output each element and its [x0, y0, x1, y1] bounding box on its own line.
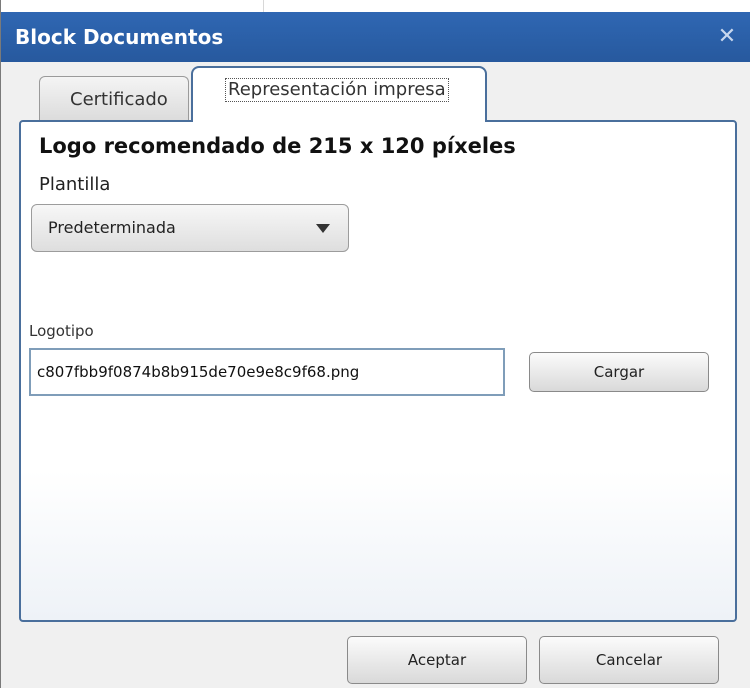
logo-file-field[interactable]: c807fbb9f0874b8b915de70e9e8c9f68.png	[29, 348, 505, 396]
accept-button[interactable]: Aceptar	[347, 636, 527, 684]
tab-certificado[interactable]: Certificado	[39, 76, 189, 120]
chevron-down-icon	[316, 224, 330, 233]
dialog-title: Block Documentos	[15, 25, 224, 49]
logo-label: Logotipo	[29, 322, 94, 340]
template-label: Plantilla	[39, 174, 111, 195]
dialog-window: Block Documentos ✕ Certificado Represent…	[0, 0, 750, 688]
tab-panel: Logo recomendado de 215 x 120 píxeles Pl…	[19, 120, 737, 622]
title-bar: Block Documentos ✕	[1, 12, 750, 62]
logo-size-heading: Logo recomendado de 215 x 120 píxeles	[39, 134, 516, 158]
template-selected-value: Predeterminada	[48, 218, 176, 237]
cancel-button[interactable]: Cancelar	[539, 636, 719, 684]
close-icon[interactable]: ✕	[707, 12, 747, 62]
tab-label: Representación impresa	[225, 78, 449, 102]
template-dropdown[interactable]: Predeterminada	[31, 204, 349, 252]
tab-label: Certificado	[70, 89, 168, 110]
divider	[263, 0, 264, 12]
background-strip	[1, 0, 750, 12]
tab-representacion-impresa[interactable]: Representación impresa	[191, 66, 487, 122]
upload-button[interactable]: Cargar	[529, 352, 709, 392]
